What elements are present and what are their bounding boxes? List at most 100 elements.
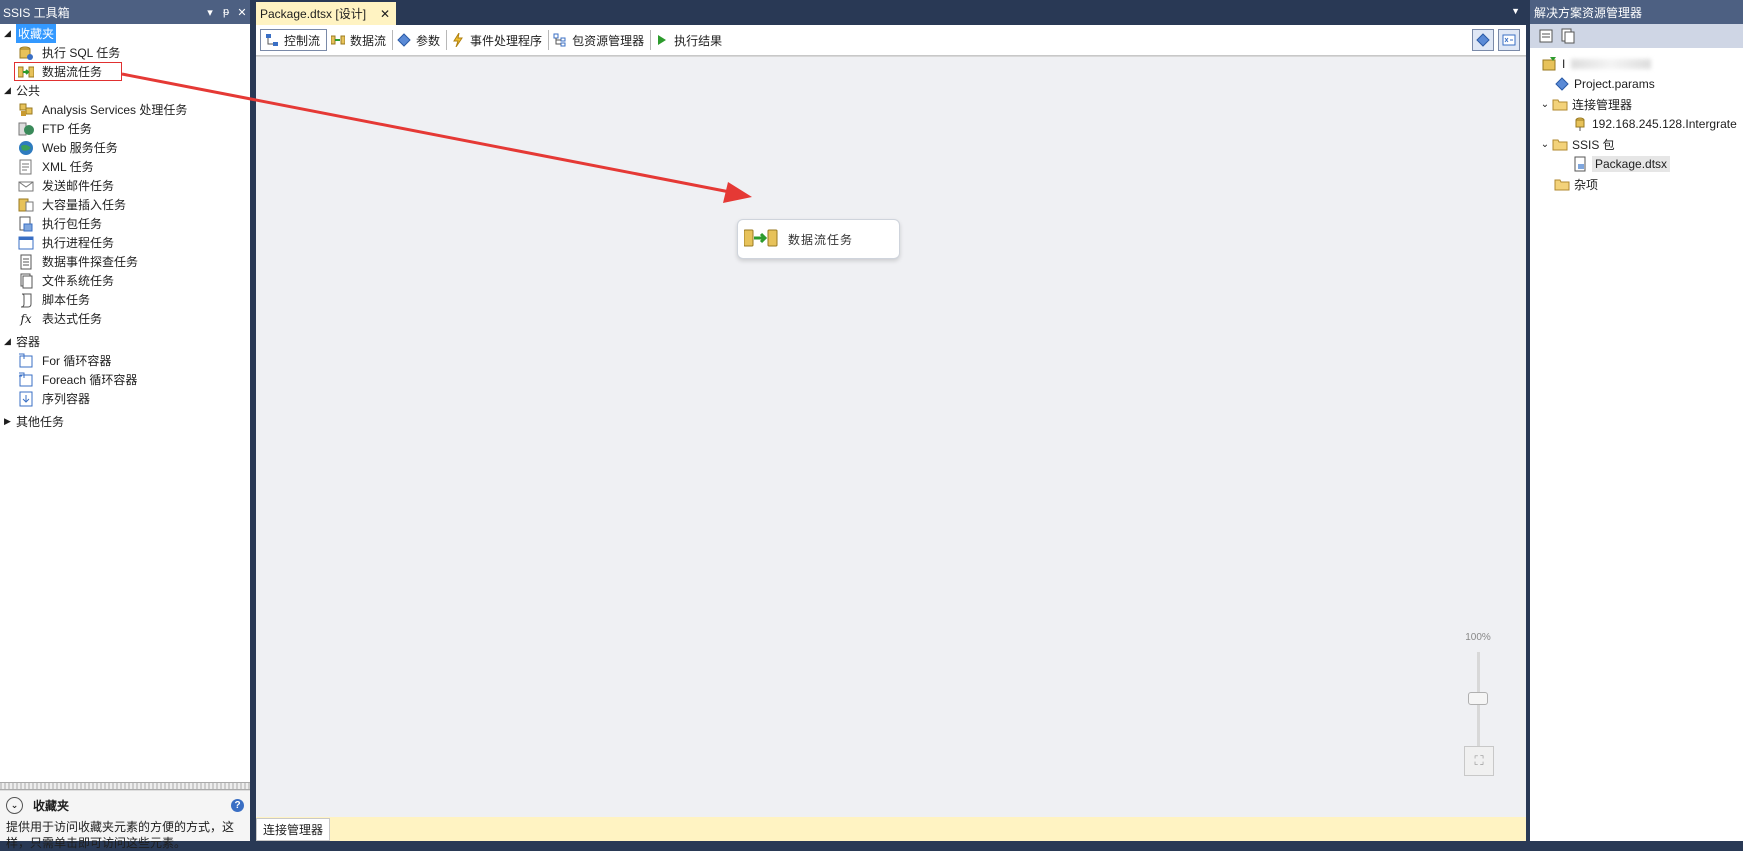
description-title: 收藏夹 bbox=[33, 798, 70, 813]
tab-connection-managers[interactable]: 连接管理器 bbox=[256, 818, 330, 841]
ssis-toolbox-panel: SSIS 工具箱 ▾ ᵽ ✕ ◢ 收藏夹 执行 SQL 任务 数据流任务 ◢ 公… bbox=[0, 0, 250, 850]
zoom-to-fit-icon[interactable]: ⛶ bbox=[1464, 746, 1494, 776]
tab-execution-results[interactable]: 执行结果 bbox=[651, 30, 728, 50]
toolbox-title-bar: SSIS 工具箱 ▾ ᵽ ✕ bbox=[0, 0, 250, 24]
toolbox-item-data-profiling[interactable]: 数据事件探查任务 bbox=[0, 252, 250, 271]
control-flow-canvas[interactable]: 数据流任务 100% ⛶ bbox=[256, 56, 1526, 817]
pin-icon[interactable]: ᵽ bbox=[218, 6, 234, 18]
toolbox-item-web-service[interactable]: Web 服务任务 bbox=[0, 138, 250, 157]
toolbox-item-file-system[interactable]: 文件系统任务 bbox=[0, 271, 250, 290]
expand-chevron-icon[interactable]: ⌄ bbox=[1538, 139, 1552, 150]
solution-explorer-title: 解决方案资源管理器 bbox=[1534, 5, 1643, 20]
package-explorer-icon bbox=[553, 33, 567, 47]
variables-icon[interactable] bbox=[1498, 29, 1520, 51]
collapsed-triangle-icon[interactable]: ▶ bbox=[4, 416, 16, 427]
category-other-tasks[interactable]: ▶ 其他任务 bbox=[0, 412, 250, 431]
category-common[interactable]: ◢ 公共 bbox=[0, 81, 250, 100]
properties-icon[interactable] bbox=[1538, 28, 1554, 44]
sql-task-icon bbox=[18, 45, 34, 61]
toolbox-item-execute-package[interactable]: 执行包任务 bbox=[0, 214, 250, 233]
toolbox-splitter[interactable] bbox=[0, 782, 250, 790]
xml-icon bbox=[18, 159, 34, 175]
tab-title: Package.dtsx [设计] bbox=[260, 7, 367, 21]
solution-tree: I Project.params ⌄ 连接管理器 192.168.245.128… bbox=[1530, 48, 1743, 194]
description-text: 提供用于访问收藏夹元素的方便的方式，这样，只需单击即可访问这些元素。 bbox=[6, 820, 235, 850]
data-flow-icon bbox=[331, 33, 346, 47]
toolbox-item-script[interactable]: 脚本任务 bbox=[0, 290, 250, 309]
toolbox-item-foreach-loop[interactable]: Foreach 循环容器 bbox=[0, 370, 250, 389]
collapse-chevron-icon[interactable]: ⌄ bbox=[6, 796, 23, 814]
tree-connection-managers[interactable]: ⌄ 连接管理器 bbox=[1530, 94, 1743, 114]
toolbox-item-expression[interactable]: fx 表达式任务 bbox=[0, 309, 250, 328]
tab-package-explorer[interactable]: 包资源管理器 bbox=[549, 30, 652, 50]
folder-icon bbox=[1552, 136, 1568, 152]
toolbox-item-execute-sql[interactable]: 执行 SQL 任务 bbox=[0, 43, 250, 62]
toolbox-item-ftp[interactable]: FTP 任务 bbox=[0, 119, 250, 138]
tree-misc[interactable]: 杂项 bbox=[1530, 174, 1743, 194]
folder-icon bbox=[1552, 96, 1568, 112]
data-flow-task-node[interactable]: 数据流任务 bbox=[737, 219, 900, 259]
document-area: Package.dtsx [设计] ✕ ▼ 控制流 数据流 参数 事件处理程序 bbox=[256, 0, 1526, 841]
tab-event-handlers[interactable]: 事件处理程序 bbox=[447, 30, 550, 50]
close-tab-icon[interactable]: ✕ bbox=[380, 7, 390, 21]
script-icon bbox=[18, 292, 34, 308]
sequence-container-icon bbox=[18, 391, 34, 407]
solution-explorer-title-bar: 解决方案资源管理器 bbox=[1530, 0, 1743, 24]
expression-icon: fx bbox=[20, 311, 32, 326]
toolbox-item-sequence[interactable]: 序列容器 bbox=[0, 389, 250, 408]
toolbox-item-for-loop[interactable]: For 循环容器 bbox=[0, 351, 250, 370]
toolbox-item-execute-process[interactable]: 执行进程任务 bbox=[0, 233, 250, 252]
zoom-slider-thumb[interactable] bbox=[1468, 692, 1488, 705]
zoom-level: 100% bbox=[1465, 632, 1491, 643]
toolbox-item-xml[interactable]: XML 任务 bbox=[0, 157, 250, 176]
tab-package-design[interactable]: Package.dtsx [设计] ✕ bbox=[256, 2, 396, 25]
tab-control-flow[interactable]: 控制流 bbox=[260, 29, 328, 51]
web-service-icon bbox=[18, 140, 34, 156]
folder-icon bbox=[1554, 176, 1570, 192]
expanded-triangle-icon[interactable]: ◢ bbox=[4, 85, 16, 96]
for-loop-icon bbox=[18, 353, 34, 369]
dropdown-icon[interactable]: ▾ bbox=[202, 6, 218, 19]
expand-chevron-icon[interactable]: ⌄ bbox=[1538, 99, 1552, 110]
data-flow-task-icon bbox=[743, 228, 778, 251]
tree-package-file[interactable]: Package.dtsx bbox=[1530, 154, 1743, 174]
category-containers[interactable]: ◢ 容器 bbox=[0, 332, 250, 351]
toolbox-description: ⌄ 收藏夹 ? 提供用于访问收藏夹元素的方便的方式，这样，只需单击即可访问这些元… bbox=[0, 790, 250, 850]
category-favorites[interactable]: ◢ 收藏夹 bbox=[0, 24, 250, 43]
tab-data-flow[interactable]: 数据流 bbox=[327, 30, 394, 50]
tab-parameters[interactable]: 参数 bbox=[393, 30, 448, 50]
expanded-triangle-icon[interactable]: ◢ bbox=[4, 28, 16, 39]
redacted-project-name bbox=[1571, 59, 1652, 69]
tab-dropdown-icon[interactable]: ▼ bbox=[1511, 6, 1520, 16]
toolbox-item-analysis-services[interactable]: Analysis Services 处理任务 bbox=[0, 100, 250, 119]
close-icon[interactable]: ✕ bbox=[234, 6, 250, 19]
tree-ssis-packages[interactable]: ⌄ SSIS 包 bbox=[1530, 134, 1743, 154]
solution-explorer-toolbar bbox=[1530, 24, 1743, 48]
tree-connection-item[interactable]: 192.168.245.128.Intergrate bbox=[1530, 114, 1743, 134]
toolbox-item-send-mail[interactable]: 发送邮件任务 bbox=[0, 176, 250, 195]
control-flow-icon bbox=[265, 33, 279, 47]
mail-icon bbox=[18, 178, 34, 194]
parameter-icon[interactable] bbox=[1472, 29, 1494, 51]
data-flow-task-icon bbox=[18, 64, 34, 80]
analysis-services-icon bbox=[18, 102, 34, 118]
parameters-file-icon bbox=[1554, 76, 1570, 92]
bulk-insert-icon bbox=[18, 197, 34, 213]
execute-package-icon bbox=[18, 216, 34, 232]
toolbox-item-data-flow[interactable]: 数据流任务 bbox=[14, 62, 122, 81]
tree-project[interactable]: I bbox=[1530, 54, 1743, 74]
help-icon[interactable]: ? bbox=[231, 798, 244, 812]
designer-toolbar-right bbox=[1472, 29, 1520, 51]
package-designer: 控制流 数据流 参数 事件处理程序 包资源管理器 执行结果 数据流任务 100%… bbox=[256, 25, 1526, 841]
file-system-icon bbox=[18, 273, 34, 289]
connection-icon bbox=[1572, 116, 1588, 132]
execute-process-icon bbox=[18, 235, 34, 251]
project-name: I bbox=[1562, 57, 1566, 71]
expanded-triangle-icon[interactable]: ◢ bbox=[4, 336, 16, 347]
show-all-files-icon[interactable] bbox=[1560, 28, 1576, 44]
tree-project-params[interactable]: Project.params bbox=[1530, 74, 1743, 94]
data-profiling-icon bbox=[18, 254, 34, 270]
ftp-icon bbox=[18, 121, 34, 137]
toolbox-item-bulk-insert[interactable]: 大容量插入任务 bbox=[0, 195, 250, 214]
event-handler-icon bbox=[451, 33, 465, 47]
